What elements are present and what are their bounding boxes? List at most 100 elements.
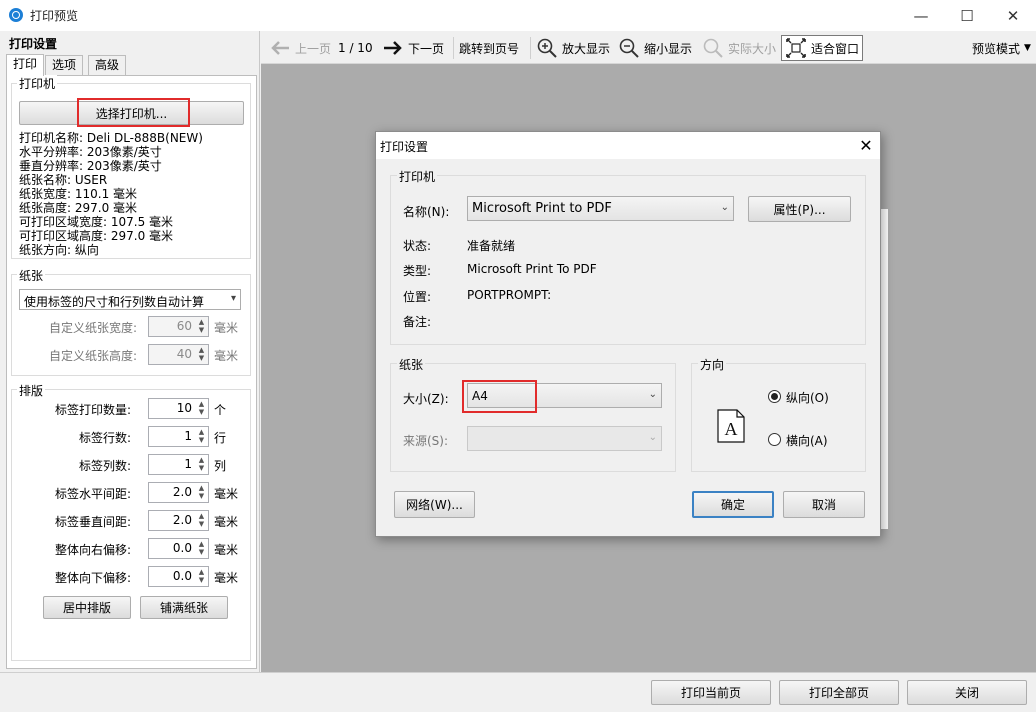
prev-page-button[interactable]: 上一页 [266, 35, 334, 61]
v-spacing-value: 2.0 [172, 513, 192, 527]
label-count-spinner[interactable]: 10 ▲ ▼ [148, 398, 209, 419]
label-rows-label: 标签行数: [78, 431, 131, 445]
preview-mode-dropdown[interactable]: 预览模式 ▼ [969, 35, 1034, 61]
h-spacing-value: 2.0 [172, 485, 192, 499]
paper-group-label: 纸张 [17, 267, 46, 284]
v-spacing-spinner[interactable]: 2.0 ▲ ▼ [148, 510, 209, 531]
info-printable-height: 可打印区域高度: 297.0 毫米 [19, 229, 174, 243]
spinner-arrows-icon[interactable]: ▲ ▼ [196, 512, 207, 529]
tab-options[interactable]: 选项 [45, 55, 84, 76]
offset-down-label: 整体向下偏移: [54, 571, 131, 585]
print-all-pages-button[interactable]: 打印全部页 [779, 680, 899, 705]
status-value: 准备就绪 [467, 239, 516, 253]
zoom-in-button[interactable]: 放大显示 [533, 35, 613, 61]
panel-title: 打印设置 [9, 37, 58, 51]
preview-mode-label: 预览模式 [972, 41, 1021, 56]
info-printer-name: 打印机名称: Deli DL-888B(NEW) [19, 131, 203, 145]
chevron-down-icon: ⌄ [720, 202, 729, 213]
chevron-down-icon: ⌄ [648, 432, 657, 443]
next-page-button[interactable]: 下一页 [379, 35, 447, 61]
custom-height-spinner: 40 ▲ ▼ [148, 344, 209, 365]
printer-name-label: 名称(N): [403, 205, 450, 219]
label-columns-unit: 列 [214, 459, 227, 473]
close-button[interactable]: 关闭 [907, 680, 1027, 705]
info-paper-height: 纸张高度: 297.0 毫米 [19, 201, 138, 215]
dialog-close-icon[interactable]: ✕ [854, 134, 878, 156]
cancel-button[interactable]: 取消 [783, 491, 865, 518]
arrow-right-icon [384, 41, 402, 55]
type-value: Microsoft Print To PDF [467, 262, 597, 276]
spinner-arrows-icon[interactable]: ▲ ▼ [196, 568, 207, 585]
paper-source-select: ⌄ [467, 426, 662, 451]
dialog-title: 打印设置 [380, 140, 429, 154]
tab-advanced[interactable]: 高级 [88, 55, 127, 76]
spinner-arrows-icon[interactable]: ▲ ▼ [196, 428, 207, 445]
fill-paper-button[interactable]: 铺满纸张 [140, 596, 228, 619]
chevron-down-icon: ⌄ [648, 389, 657, 400]
highlight-box [77, 98, 190, 127]
spinner-arrows-icon[interactable]: ▲ ▼ [196, 456, 207, 473]
label-rows-spinner[interactable]: 1 ▲ ▼ [148, 426, 209, 447]
window-title: 打印预览 [30, 9, 79, 23]
dialog-printer-group-label: 打印机 [397, 168, 438, 185]
custom-width-value: 60 [176, 319, 192, 333]
type-label: 类型: [403, 264, 432, 278]
orientation-glyph: A [725, 419, 738, 439]
v-spacing-unit: 毫米 [214, 515, 239, 529]
minimize-icon[interactable]: — [898, 0, 944, 31]
fit-window-label: 适合窗口 [811, 41, 860, 56]
dialog-orientation-group-label: 方向 [698, 356, 727, 373]
zoom-in-label: 放大显示 [562, 41, 611, 56]
app-logo-icon [9, 8, 23, 22]
zoom-out-button[interactable]: 缩小显示 [615, 35, 695, 61]
label-columns-spinner[interactable]: 1 ▲ ▼ [148, 454, 209, 475]
jump-to-page-button[interactable]: 跳转到页号 [456, 35, 522, 61]
fit-window-button[interactable]: 适合窗口 [781, 35, 864, 61]
network-button[interactable]: 网络(W)... [394, 491, 475, 518]
where-value: PORTPROMPT: [467, 288, 552, 302]
offset-down-spinner[interactable]: 0.0 ▲ ▼ [148, 566, 209, 587]
tab-page-print: 打印机 选择打印机... 打印机名称: Deli DL-888B(NEW) 水平… [6, 75, 257, 669]
custom-height-unit: 毫米 [214, 349, 239, 363]
info-v-resolution: 垂直分辨率: 203像素/英寸 [19, 159, 162, 173]
label-count-value: 10 [176, 401, 192, 415]
portrait-radio[interactable] [768, 390, 781, 403]
offset-down-unit: 毫米 [214, 571, 239, 585]
maximize-icon[interactable]: ☐ [944, 0, 990, 31]
print-current-page-button[interactable]: 打印当前页 [651, 680, 771, 705]
paper-source-label: 来源(S): [403, 434, 449, 448]
comment-label: 备注: [403, 315, 432, 329]
landscape-radio[interactable] [768, 433, 781, 446]
tab-print[interactable]: 打印 [6, 54, 45, 76]
info-orientation: 纸张方向: 纵向 [19, 243, 99, 257]
custom-height-label: 自定义纸张高度: [48, 349, 137, 363]
zoom-in-icon [537, 38, 557, 58]
actual-size-button[interactable]: 实际大小 [699, 35, 779, 61]
preview-toolbar: 上一页 1 / 10 下一页 跳转到页号 放大显示 缩小显示 实际大小 适合窗口… [261, 31, 1036, 64]
next-page-label: 下一页 [408, 41, 445, 56]
custom-width-spinner: 60 ▲ ▼ [148, 316, 209, 337]
toolbar-separator [453, 37, 454, 59]
landscape-label[interactable]: 横向(A) [786, 432, 828, 449]
paper-mode-select[interactable]: 使用标签的尺寸和行列数自动计算 ▾ [19, 289, 241, 310]
layout-group-label: 排版 [17, 382, 46, 399]
center-layout-button[interactable]: 居中排版 [43, 596, 131, 619]
close-icon[interactable]: ✕ [990, 0, 1036, 31]
offset-right-spinner[interactable]: 0.0 ▲ ▼ [148, 538, 209, 559]
spinner-arrows-icon[interactable]: ▲ ▼ [196, 484, 207, 501]
h-spacing-label: 标签水平间距: [54, 487, 131, 501]
spinner-arrows-icon[interactable]: ▲ ▼ [196, 540, 207, 557]
spinner-arrows-icon[interactable]: ▲ ▼ [196, 400, 207, 417]
ok-button[interactable]: 确定 [692, 491, 774, 518]
printer-name-select[interactable]: Microsoft Print to PDF ⌄ [467, 196, 734, 221]
h-spacing-spinner[interactable]: 2.0 ▲ ▼ [148, 482, 209, 503]
paper-size-label: 大小(Z): [403, 392, 449, 406]
portrait-label[interactable]: 纵向(O) [786, 389, 829, 406]
prev-page-label: 上一页 [295, 41, 332, 56]
actual-size-label: 实际大小 [728, 41, 777, 56]
offset-right-label: 整体向右偏移: [54, 543, 131, 557]
print-settings-panel: 打印设置 打印 选项 高级 打印机 选择打印机... 打印机名称: Deli D… [0, 31, 260, 672]
properties-button[interactable]: 属性(P)... [748, 196, 851, 222]
v-spacing-label: 标签垂直间距: [54, 515, 131, 529]
printer-info: 打印机名称: Deli DL-888B(NEW) 水平分辨率: 203像素/英寸… [19, 131, 203, 257]
